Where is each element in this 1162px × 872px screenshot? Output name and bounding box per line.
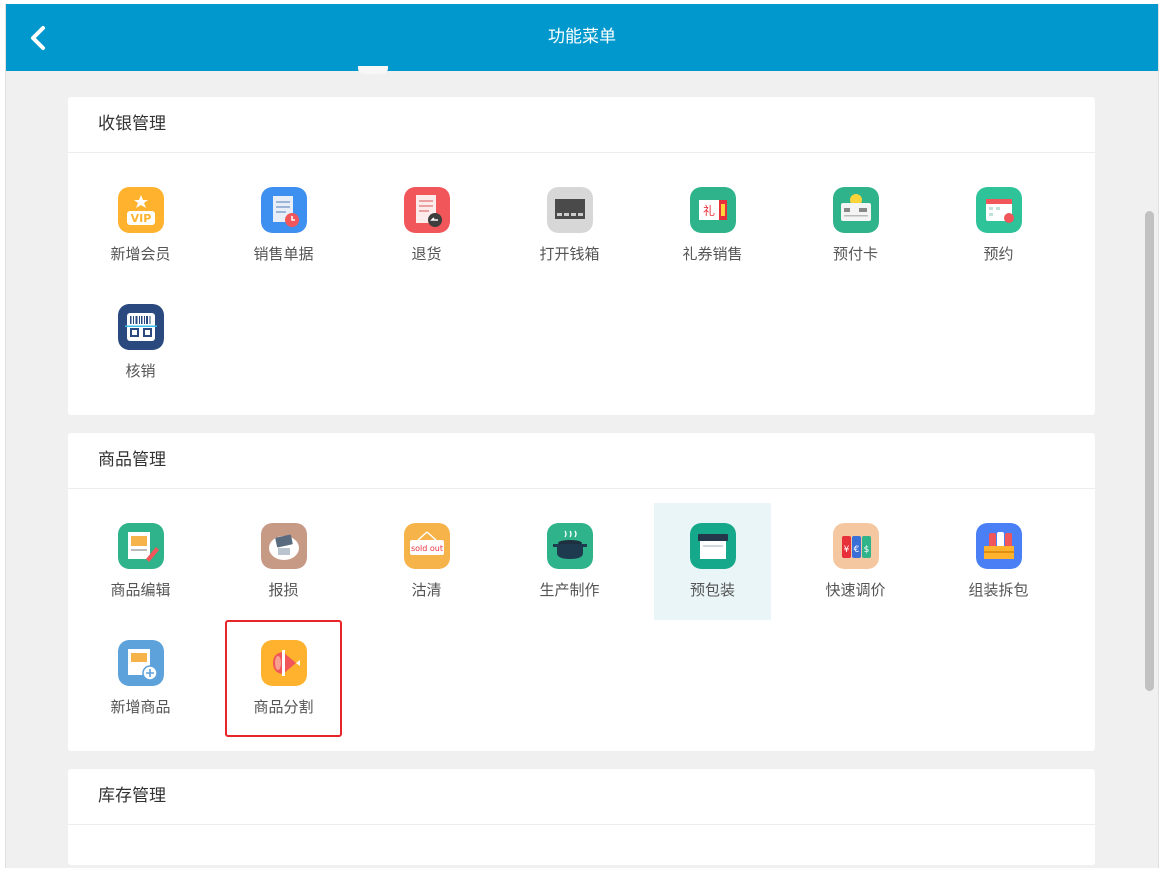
item-grid: VIP 新增会员 销售单据 退货 打开钱箱 礼 礼券销售 预付卡 预约 核销 <box>68 153 1095 415</box>
menu-content: 收银管理 VIP 新增会员 销售单据 退货 打开钱箱 礼 礼券销售 预付卡 预约… <box>68 97 1095 868</box>
menu-item-sold-out[interactable]: sold out 沽清 <box>368 503 485 620</box>
section-title: 收银管理 <box>68 97 1095 153</box>
menu-item-quick-price[interactable]: ¥ € $ 快速调价 <box>797 503 914 620</box>
menu-item-reservation[interactable]: 预约 <box>940 167 1057 284</box>
scrollbar[interactable] <box>1140 71 1158 868</box>
menu-item-prepack[interactable]: 预包装 <box>654 503 771 620</box>
menu-item-label: 预付卡 <box>832 245 878 263</box>
bundle-box-icon <box>975 523 1022 569</box>
menu-item-product-split[interactable]: 商品分割 <box>225 620 342 737</box>
receipt-clock-icon <box>260 187 307 233</box>
price-tag-text: ¥ <box>843 545 849 555</box>
prepack-icon <box>689 523 736 569</box>
menu-item-assembly-unpack[interactable]: 组装拆包 <box>940 503 1057 620</box>
price-tag-text: € <box>853 545 859 555</box>
scrollbar-thumb[interactable] <box>1145 211 1154 691</box>
cooking-pot-icon <box>546 523 593 569</box>
menu-item-damage-report[interactable]: 报损 <box>225 503 342 620</box>
menu-item-label: 预包装 <box>689 581 735 599</box>
cash-drawer-icon <box>546 187 593 233</box>
menu-item-label: 退货 <box>411 245 442 263</box>
menu-item-add-member[interactable]: VIP 新增会员 <box>82 167 199 284</box>
menu-item-label: 商品分割 <box>253 698 314 716</box>
menu-item-label: 快速调价 <box>825 581 886 599</box>
menu-item-label: 预约 <box>983 245 1014 263</box>
menu-item-return[interactable]: 退货 <box>368 167 485 284</box>
menu-item-prepaid-card[interactable]: 预付卡 <box>797 167 914 284</box>
menu-item-label: 报损 <box>268 581 299 599</box>
add-product-icon <box>117 640 164 686</box>
menu-item-open-cash-drawer[interactable]: 打开钱箱 <box>511 167 628 284</box>
menu-item-gift-voucher-sale[interactable]: 礼 礼券销售 <box>654 167 771 284</box>
page-title: 功能菜单 <box>548 27 616 47</box>
vip-crown-icon: VIP <box>117 187 164 233</box>
menu-item-sales-receipts[interactable]: 销售单据 <box>225 167 342 284</box>
menu-item-label: 商品编辑 <box>110 581 171 599</box>
menu-item-label: 新增会员 <box>110 245 171 263</box>
menu-item-add-product[interactable]: 新增商品 <box>82 620 199 737</box>
return-receipt-icon <box>403 187 450 233</box>
product-edit-icon <box>117 523 164 569</box>
damage-report-icon <box>260 523 307 569</box>
menu-item-label: 销售单据 <box>253 245 314 263</box>
menu-item-production[interactable]: 生产制作 <box>511 503 628 620</box>
menu-item-label: 礼券销售 <box>682 245 743 263</box>
svg-text:礼: 礼 <box>702 203 714 218</box>
menu-item-label: 沽清 <box>411 581 442 599</box>
app-window: 功能菜单 收银管理 VIP 新增会员 销售单据 退货 打开钱箱 礼 礼券销售 预… <box>5 4 1159 868</box>
calendar-icon <box>975 187 1022 233</box>
menu-item-label: 核销 <box>125 362 156 380</box>
menu-item-redeem[interactable]: 核销 <box>82 284 199 401</box>
section-title: 商品管理 <box>68 433 1095 489</box>
item-grid: 商品编辑 报损 sold out 沽清 生产制作 预包装 ¥ € $ 快速调价 … <box>68 489 1095 751</box>
sold-out-icon: sold out <box>403 523 450 569</box>
sold-out-sign-text: sold out <box>410 544 442 553</box>
price-tags-icon: ¥ € $ <box>832 523 879 569</box>
meat-split-icon <box>260 640 307 686</box>
top-bar: 功能菜单 <box>6 4 1158 71</box>
section-card-cashier: 收银管理 VIP 新增会员 销售单据 退货 打开钱箱 礼 礼券销售 预付卡 预约… <box>68 97 1095 415</box>
gift-ticket-icon: 礼 <box>689 187 736 233</box>
prepaid-card-icon <box>832 187 879 233</box>
section-card-products: 商品管理 商品编辑 报损 sold out 沽清 生产制作 预包装 ¥ € $ … <box>68 433 1095 751</box>
menu-item-label: 打开钱箱 <box>539 245 600 263</box>
barcode-icon <box>117 304 164 350</box>
menu-item-label: 新增商品 <box>110 698 171 716</box>
section-card-inventory: 库存管理 <box>68 769 1095 865</box>
section-title: 库存管理 <box>68 769 1095 825</box>
menu-item-label: 组装拆包 <box>968 581 1029 599</box>
menu-item-label: 生产制作 <box>539 581 600 599</box>
menu-item-product-edit[interactable]: 商品编辑 <box>82 503 199 620</box>
pull-handle <box>358 66 388 74</box>
svg-text:VIP: VIP <box>130 212 151 225</box>
price-tag-text: $ <box>863 545 869 555</box>
